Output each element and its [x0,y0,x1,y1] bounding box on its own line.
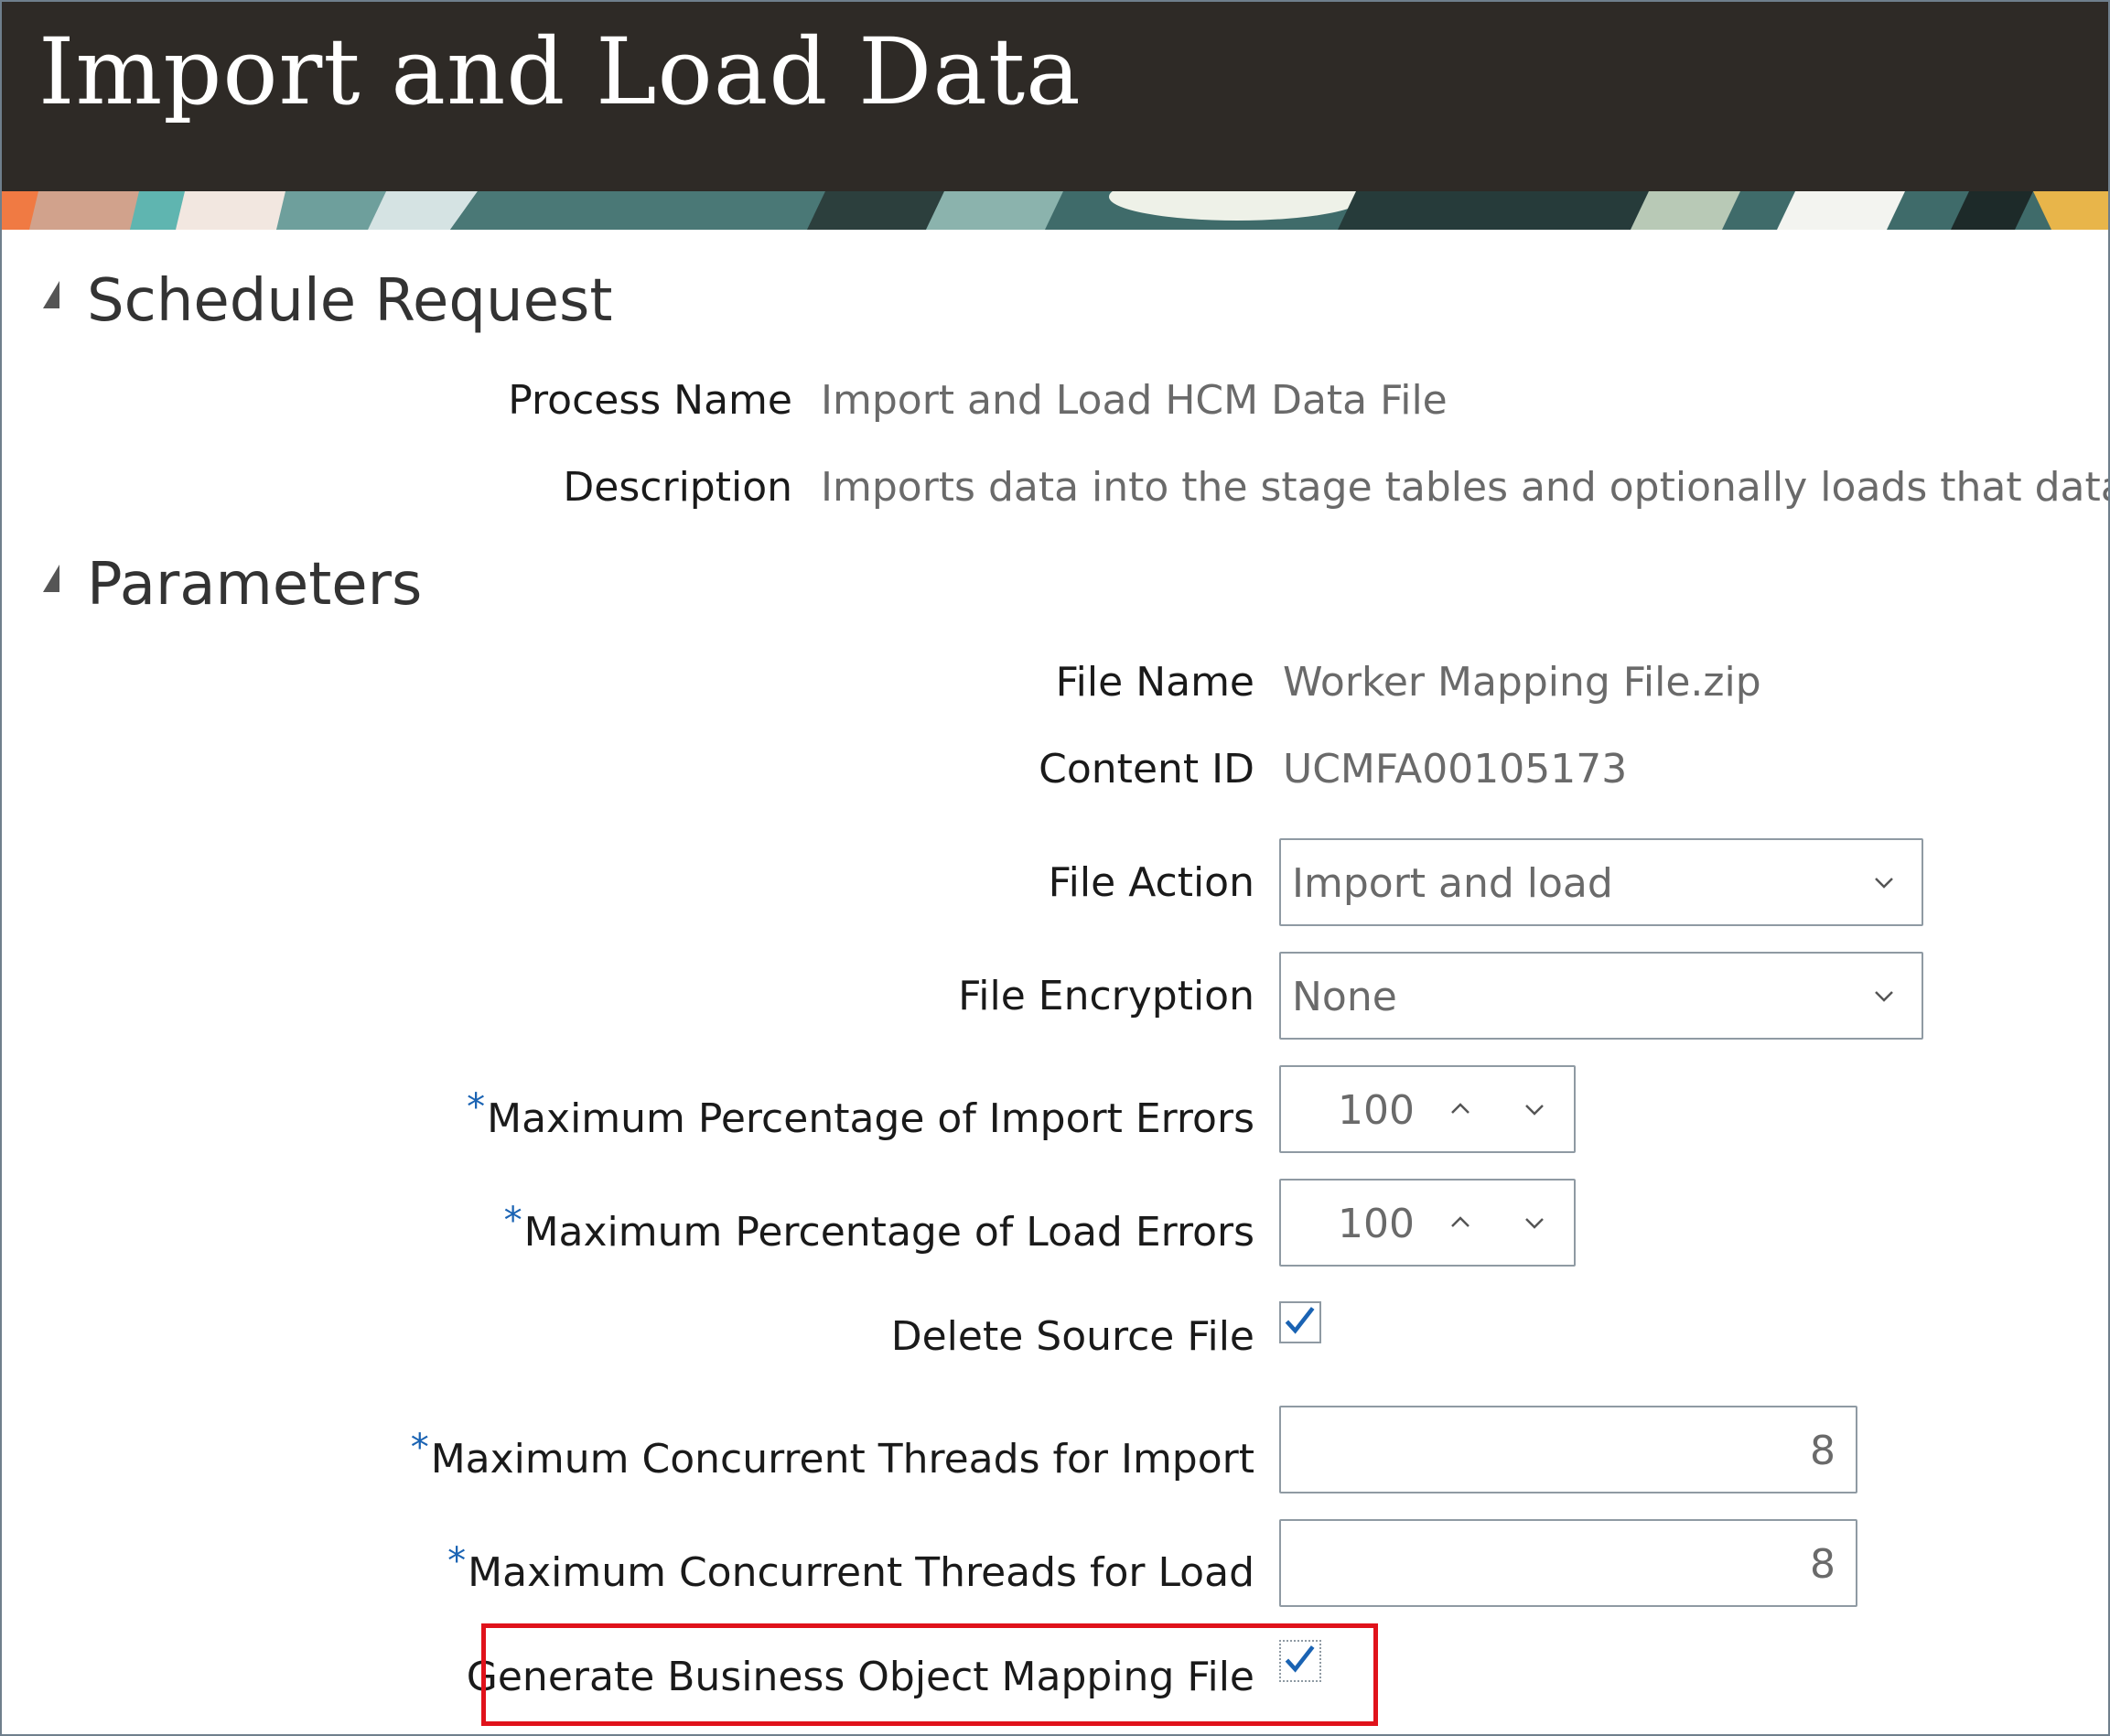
parameters-title: Parameters [87,551,423,619]
threads-load-label: *Maximum Concurrent Threads for Load [447,1540,1254,1596]
chevron-up-icon[interactable] [1450,1212,1470,1232]
max-import-errors-label-text: Maximum Percentage of Import Errors [487,1095,1254,1142]
page-header: Import and Load Data [2,2,2108,191]
required-marker: * [410,1427,429,1469]
chevron-down-icon[interactable] [1874,873,1894,893]
content-id-label: Content ID [1039,746,1254,793]
chevron-down-icon[interactable] [1524,1100,1545,1120]
file-action-label: File Action [1048,859,1254,906]
max-load-errors-label: *Maximum Percentage of Load Errors [504,1200,1254,1256]
highlight-box [481,1623,1378,1726]
decorative-banner [2,191,2108,230]
delete-source-file-label: Delete Source File [890,1313,1254,1360]
delete-source-file-checkbox[interactable] [1279,1301,1321,1343]
content-id-value: UCMFA00105173 [1283,746,1628,793]
chevron-up-icon[interactable] [1450,1098,1470,1118]
file-action-select[interactable]: Import and load [1279,838,1923,926]
file-encryption-select[interactable]: None [1279,952,1923,1040]
max-load-errors-stepper[interactable]: 100 [1279,1179,1576,1267]
max-import-errors-stepper[interactable]: 100 [1279,1065,1576,1153]
chevron-down-icon[interactable] [1524,1213,1545,1234]
checkmark-icon [1285,1307,1315,1334]
page-title: Import and Load Data [38,18,1082,125]
file-action-selected-value: Import and load [1292,860,1613,907]
threads-load-value: 8 [1810,1541,1835,1588]
required-marker: * [503,1200,522,1242]
threads-load-input[interactable]: 8 [1279,1519,1857,1607]
threads-import-value: 8 [1810,1428,1835,1474]
disclosure-triangle-icon [43,565,59,592]
description-value: Imports data into the stage tables and o… [821,464,2110,511]
process-name-value: Import and Load HCM Data File [821,377,1448,424]
schedule-request-title: Schedule Request [87,267,613,335]
threads-import-label-text: Maximum Concurrent Threads for Import [430,1436,1254,1483]
required-marker: * [447,1540,467,1582]
threads-load-label-text: Maximum Concurrent Threads for Load [468,1549,1254,1596]
file-encryption-label: File Encryption [958,973,1254,1019]
schedule-request-section-header[interactable]: Schedule Request [43,267,612,335]
required-marker: * [467,1086,486,1128]
max-load-errors-label-text: Maximum Percentage of Load Errors [523,1209,1254,1256]
file-encryption-selected-value: None [1292,974,1397,1020]
process-name-label: Process Name [508,377,792,424]
file-name-value: Worker Mapping File.zip [1283,659,1761,706]
description-label: Description [563,464,792,511]
parameters-section-header[interactable]: Parameters [43,551,422,619]
page-frame: Import and Load Data Schedule Request Pr… [0,0,2110,1736]
max-import-errors-value: 100 [1338,1087,1415,1134]
chevron-down-icon[interactable] [1874,987,1894,1007]
disclosure-triangle-icon [43,281,59,308]
max-load-errors-value: 100 [1338,1201,1415,1247]
threads-import-input[interactable]: 8 [1279,1406,1857,1493]
max-import-errors-label: *Maximum Percentage of Import Errors [467,1086,1254,1142]
file-name-label: File Name [1055,659,1254,706]
threads-import-label: *Maximum Concurrent Threads for Import [411,1427,1254,1483]
